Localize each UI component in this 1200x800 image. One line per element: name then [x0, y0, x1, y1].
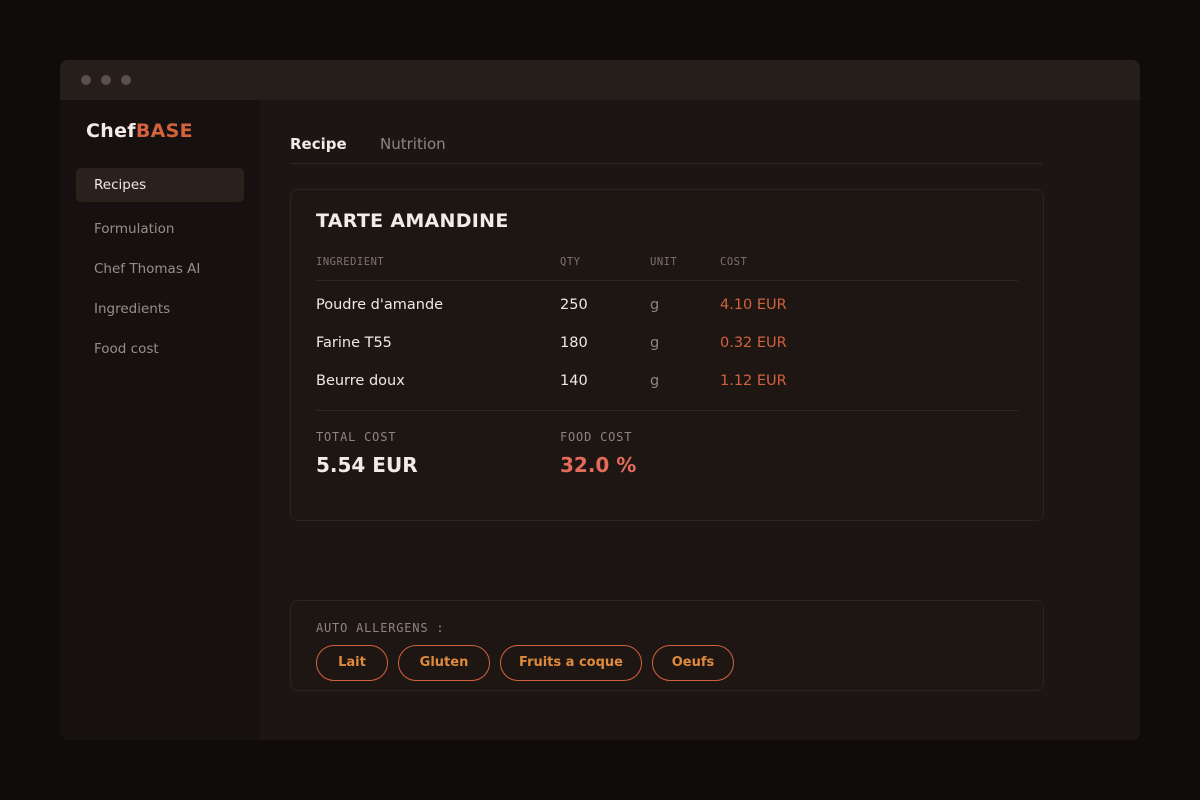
main-content: Recipe Nutrition TARTE AMANDINE INGREDIE…: [260, 100, 1140, 740]
ingredient-qty: 180: [560, 335, 588, 351]
sidebar-item-food-cost[interactable]: Food cost: [76, 332, 244, 366]
ingredient-qty: 140: [560, 373, 588, 389]
ingredient-unit: g: [650, 373, 660, 389]
tab-nutrition[interactable]: Nutrition: [380, 135, 446, 153]
ingredient-name: Poudre d'amande: [316, 297, 444, 313]
app-logo[interactable]: ChefBASE: [86, 120, 193, 142]
window-dot-minimize-icon[interactable]: [101, 75, 111, 85]
tab-divider: [290, 163, 1042, 164]
sidebar-item-recipes[interactable]: Recipes: [76, 168, 244, 202]
column-header-cost: COST: [720, 256, 748, 268]
ingredient-qty: 250: [560, 297, 588, 313]
allergen-tag-fruits-a-coque[interactable]: Fruits a coque: [500, 645, 642, 681]
food-cost-value: 32.0 %: [560, 453, 637, 477]
allergens-label: AUTO ALLERGENS :: [316, 621, 445, 635]
ingredient-unit: g: [650, 335, 660, 351]
ingredient-cost: 1.12 EUR: [720, 373, 787, 389]
ingredient-cost: 4.10 EUR: [720, 297, 787, 313]
total-cost-value: 5.54 EUR: [316, 453, 418, 477]
food-cost-label: FOOD COST: [560, 430, 633, 444]
column-header-unit: UNIT: [650, 256, 678, 268]
allergen-tag-lait[interactable]: Lait: [316, 645, 388, 681]
tab-recipe[interactable]: Recipe: [290, 135, 347, 153]
recipe-title: TARTE AMANDINE: [316, 210, 509, 232]
recipe-card: TARTE AMANDINE INGREDIENT QTY UNIT COST …: [290, 189, 1044, 521]
column-header-qty: QTY: [560, 256, 581, 268]
allergen-tag-oeufs[interactable]: Oeufs: [652, 645, 734, 681]
logo-text-base: BASE: [135, 120, 193, 142]
sidebar-item-formulation[interactable]: Formulation: [76, 212, 244, 246]
column-header-ingredient: INGREDIENT: [316, 256, 385, 268]
total-cost-label: TOTAL COST: [316, 430, 397, 444]
window-titlebar: [60, 60, 1140, 100]
header-divider: [316, 280, 1018, 281]
window-dot-maximize-icon[interactable]: [121, 75, 131, 85]
logo-text-chef: Chef: [86, 120, 136, 142]
summary-divider: [316, 410, 1018, 411]
ingredient-name: Beurre doux: [316, 373, 405, 389]
sidebar-item-ingredients[interactable]: Ingredients: [76, 292, 244, 326]
sidebar: ChefBASE Recipes Formulation Chef Thomas…: [60, 100, 260, 740]
allergen-tag-gluten[interactable]: Gluten: [398, 645, 490, 681]
ingredient-name: Farine T55: [316, 335, 392, 351]
ingredient-unit: g: [650, 297, 660, 313]
window-dot-close-icon[interactable]: [81, 75, 91, 85]
allergens-card: AUTO ALLERGENS : Lait Gluten Fruits a co…: [290, 600, 1044, 691]
app-window: ChefBASE Recipes Formulation Chef Thomas…: [60, 60, 1140, 740]
sidebar-item-chef-thomas-ai[interactable]: Chef Thomas AI: [76, 252, 244, 286]
ingredient-cost: 0.32 EUR: [720, 335, 787, 351]
